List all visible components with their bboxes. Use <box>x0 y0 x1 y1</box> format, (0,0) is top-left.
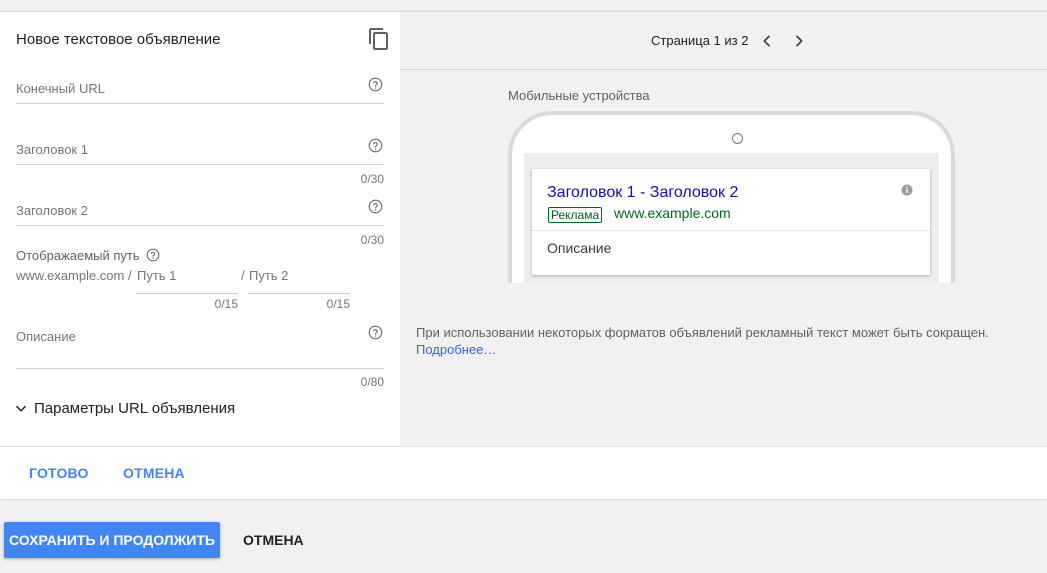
headline2-underline <box>16 225 384 226</box>
path1-counter: 0/15 <box>214 297 238 311</box>
ad-preview-card: Заголовок 1 - Заголовок 2 Реклама www.ex… <box>532 169 930 275</box>
learn-more-link[interactable]: Подробнее… <box>416 341 989 358</box>
phone-screen: Заголовок 1 - Заголовок 2 Реклама www.ex… <box>524 153 939 283</box>
ad-form: Новое текстовое объявление Конечный URL … <box>0 12 400 446</box>
final-url-input[interactable]: Конечный URL <box>16 81 105 96</box>
copy-icon[interactable] <box>367 27 391 51</box>
description-counter: 0/80 <box>360 375 384 389</box>
card-actions: ГОТОВО ОТМЕНА <box>0 446 1047 499</box>
description-input[interactable]: Описание <box>16 329 76 344</box>
path1-underline <box>136 293 238 294</box>
headline1-underline <box>16 164 384 165</box>
help-circle-icon[interactable] <box>368 199 383 214</box>
display-path-label: Отображаемый путь <box>16 248 160 263</box>
description-underline <box>16 368 384 369</box>
help-circle-icon[interactable] <box>368 138 383 153</box>
page-cancel-button[interactable]: ОТМЕНА <box>243 532 304 548</box>
phone-camera <box>732 133 743 144</box>
truncation-notice: При использовании некоторых форматов объ… <box>416 324 989 358</box>
ad-divider <box>532 230 930 231</box>
ad-display-url: www.example.com <box>614 205 731 221</box>
path2-underline <box>248 293 350 294</box>
headline2-input[interactable]: Заголовок 2 <box>16 203 88 218</box>
url-params-toggle[interactable]: Параметры URL объявления <box>14 400 235 417</box>
path-separator: / <box>241 268 245 283</box>
display-path-label-text: Отображаемый путь <box>16 248 140 263</box>
ad-preview-panel: Страница 1 из 2 Мобильные устройства Заг… <box>400 12 1047 446</box>
app: Новое текстовое объявление Конечный URL … <box>0 0 1047 573</box>
path1-input[interactable]: Путь 1 <box>137 268 176 283</box>
pager-text: Страница 1 из 2 <box>651 33 749 48</box>
help-circle-icon[interactable] <box>146 248 160 262</box>
display-path-base: www.example.com / <box>16 268 132 283</box>
ad-description: Описание <box>547 240 612 256</box>
form-title: Новое текстовое объявление <box>16 31 221 48</box>
chevron-right-icon[interactable] <box>791 32 807 50</box>
done-button[interactable]: ГОТОВО <box>29 465 89 481</box>
headline2-counter: 0/30 <box>360 233 384 247</box>
chevron-down-icon <box>16 405 26 412</box>
notice-text: При использовании некоторых форматов объ… <box>416 325 989 340</box>
url-params-label: Параметры URL объявления <box>34 400 236 417</box>
ad-headline[interactable]: Заголовок 1 - Заголовок 2 <box>547 184 738 202</box>
chevron-left-icon[interactable] <box>759 32 775 50</box>
final-url-underline <box>16 103 384 104</box>
info-icon[interactable] <box>901 184 913 196</box>
help-circle-icon[interactable] <box>368 325 383 340</box>
path2-input[interactable]: Путь 2 <box>249 268 288 283</box>
headline1-counter: 0/30 <box>360 172 384 186</box>
ad-badge: Реклама <box>548 207 603 223</box>
path2-counter: 0/15 <box>326 297 350 311</box>
help-circle-icon[interactable] <box>368 77 383 92</box>
device-label: Мобильные устройства <box>508 88 650 103</box>
card-cancel-button[interactable]: ОТМЕНА <box>123 465 185 481</box>
preview-pager: Страница 1 из 2 <box>400 12 1047 70</box>
save-and-continue-button[interactable]: СОХРАНИТЬ И ПРОДОЛЖИТЬ <box>4 522 220 558</box>
headline1-input[interactable]: Заголовок 1 <box>16 142 88 157</box>
phone-frame: Заголовок 1 - Заголовок 2 Реклама www.ex… <box>508 111 955 283</box>
ad-editor-card: Новое текстовое объявление Конечный URL … <box>0 11 1047 499</box>
